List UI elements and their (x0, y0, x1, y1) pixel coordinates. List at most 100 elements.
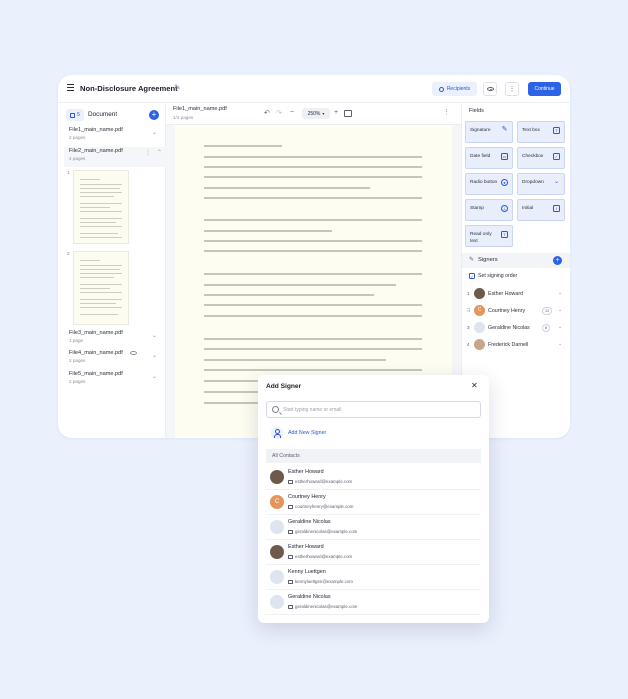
mail-icon (288, 504, 293, 509)
chevron-down-icon[interactable]: ⌄ (152, 352, 157, 359)
contact-row[interactable]: Esther Howard estherhoward@example.com (266, 540, 481, 565)
field-dropdown[interactable]: Dropdown ⌄ (517, 173, 565, 195)
chevron-up-icon[interactable]: ⌃ (157, 149, 162, 156)
thumb-line (80, 299, 122, 300)
contact-email-text: geraldinenicolas@example.com (295, 604, 358, 609)
thumb-line (80, 307, 122, 308)
close-icon[interactable]: ✕ (471, 381, 478, 390)
pen-icon: ✎ (501, 126, 508, 133)
hamburger-menu-icon[interactable] (67, 84, 75, 92)
signer-number: 3 (467, 325, 470, 330)
thumb-line (80, 226, 122, 227)
field-stamp[interactable]: Stamp ⊥ (465, 199, 513, 221)
contact-email-text: estherhoward@example.com (295, 479, 353, 484)
contact-email: geraldinenicolas@example.com (288, 529, 357, 534)
undo-icon[interactable]: ↶ (264, 109, 270, 117)
signer-row[interactable]: 3 Geraldine Nicolas 8 ⌄ (466, 321, 566, 335)
field-initial[interactable]: Initial I (517, 199, 565, 221)
file-item[interactable]: File4_main_name.pdf 2 pages ⌄ (69, 350, 161, 363)
zoom-out-icon[interactable]: − (290, 109, 294, 116)
signer-search-input[interactable]: Start typing name or email (266, 401, 481, 418)
thumb-line (80, 188, 120, 189)
viewer-more-icon[interactable]: ⋮ (443, 108, 450, 116)
avatar (270, 470, 284, 484)
file-name: File5_main_name.pdf (69, 371, 123, 377)
checkbox-icon[interactable]: ✓ (469, 273, 475, 279)
add-document-button[interactable]: + (149, 110, 159, 120)
contact-name: Geraldine Nicolas (288, 594, 331, 600)
field-label: Stamp (470, 206, 484, 211)
documents-count-badge[interactable]: 5 (66, 109, 84, 121)
signer-number: 4 (467, 342, 470, 347)
chevron-down-icon[interactable]: ⌄ (558, 290, 562, 296)
field-label: Initial (522, 206, 534, 211)
document-title: Non-Disclosure Agreement (80, 84, 178, 93)
redo-icon[interactable]: ↷ (276, 109, 282, 117)
field-checkbox[interactable]: Checkbox ✓ (517, 147, 565, 169)
signer-row[interactable]: 4 Frederick Darnell ⌄ (466, 338, 566, 352)
text-line (204, 176, 422, 178)
preview-button[interactable] (483, 82, 497, 96)
text-line (204, 284, 396, 286)
file-item[interactable]: File1_main_name.pdf 2 pages ⌄ (69, 127, 161, 140)
signer-row[interactable]: 1 Esther Howard ⌄ (466, 287, 566, 301)
add-signer-button[interactable]: + (553, 256, 562, 265)
file-item[interactable]: File3_main_name.pdf 1 page ⌄ (69, 330, 161, 343)
file-item[interactable]: File5_main_name.pdf 2 pages ⌄ (69, 371, 161, 384)
signing-order-toggle[interactable]: ✓ Set signing order (469, 273, 517, 279)
page-thumbnail[interactable] (73, 170, 129, 244)
contact-name: Esther Howard (288, 469, 324, 475)
signer-row[interactable]: ⠿ C Courtney Henry 12 ⌄ (466, 304, 566, 318)
contact-row[interactable]: C Courtney Henry courtneyhenry@example.c… (266, 490, 481, 515)
all-contacts-header: All Contacts (266, 449, 481, 463)
contact-name: Geraldine Nicolas (288, 519, 331, 525)
chevron-down-icon[interactable]: ⌄ (152, 332, 157, 339)
read-only-icon: T (501, 231, 508, 238)
field-radio[interactable]: Radio button ● (465, 173, 513, 195)
contact-row[interactable]: Esther Howard estherhoward@example.com (266, 465, 481, 490)
field-date[interactable]: Date field ▭ (465, 147, 513, 169)
chevron-down-icon[interactable]: ⌄ (558, 341, 562, 347)
field-signature[interactable]: Signature ✎ (465, 121, 513, 143)
text-line (204, 369, 422, 371)
chevron-down-icon[interactable]: ⌄ (152, 129, 157, 136)
continue-button[interactable]: Continue (528, 82, 561, 96)
add-user-icon (271, 427, 283, 439)
signing-order-label: Set signing order (478, 273, 518, 279)
thumb-line (80, 277, 114, 278)
chevron-down-icon[interactable]: ⌄ (152, 373, 157, 380)
hidden-eye-icon[interactable] (130, 351, 137, 355)
chevron-down-icon[interactable]: ⌄ (558, 307, 562, 313)
contact-email-text: courtneyhenry@example.com (295, 504, 354, 509)
field-label: Radio button (470, 180, 498, 185)
file-item-expanded[interactable]: File2_main_name.pdf 4 pages ⋮ ⌃ (64, 147, 166, 167)
viewer-toolbar: File1_main_name.pdf 1/4 pages ↶ ↷ − 250%… (166, 103, 461, 125)
field-read-only-text[interactable]: Read only text T (465, 225, 513, 247)
fit-width-icon[interactable] (344, 110, 352, 117)
file-more-icon[interactable]: ⋮ (145, 149, 151, 156)
documents-count: 5 (77, 112, 80, 118)
contact-email-text: geraldinenicolas@example.com (295, 529, 358, 534)
recipients-button[interactable]: Recipients (432, 82, 477, 96)
add-new-signer-button[interactable]: Add New Signer (271, 427, 326, 439)
more-options-button[interactable]: ⋮ (505, 82, 519, 96)
search-icon (272, 406, 279, 413)
file-pages: 2 pages (69, 358, 86, 363)
contact-row[interactable]: Geraldine Nicolas geraldinenicolas@examp… (266, 515, 481, 540)
file-pages: 2 pages (69, 135, 86, 140)
mail-icon (288, 554, 293, 559)
zoom-in-icon[interactable]: + (334, 109, 338, 116)
thumb-line (80, 196, 114, 197)
thumbnail-number: 2 (67, 251, 70, 256)
chevron-down-icon[interactable]: ⌄ (558, 324, 562, 330)
thumb-line (80, 207, 110, 208)
zoom-select[interactable]: 250% ▾ (302, 108, 330, 119)
contact-email: estherhoward@example.com (288, 554, 352, 559)
contact-row[interactable]: Kenny Luettgen kennyluettgen@example.com (266, 565, 481, 590)
edit-title-pencil-icon[interactable]: ✎ (174, 83, 181, 92)
drag-handle-icon[interactable]: ⠿ (467, 308, 470, 314)
contact-row[interactable]: Geraldine Nicolas geraldinenicolas@examp… (266, 590, 481, 615)
text-line (204, 315, 422, 317)
page-thumbnail[interactable] (73, 251, 129, 325)
field-text-box[interactable]: Text box T (517, 121, 565, 143)
